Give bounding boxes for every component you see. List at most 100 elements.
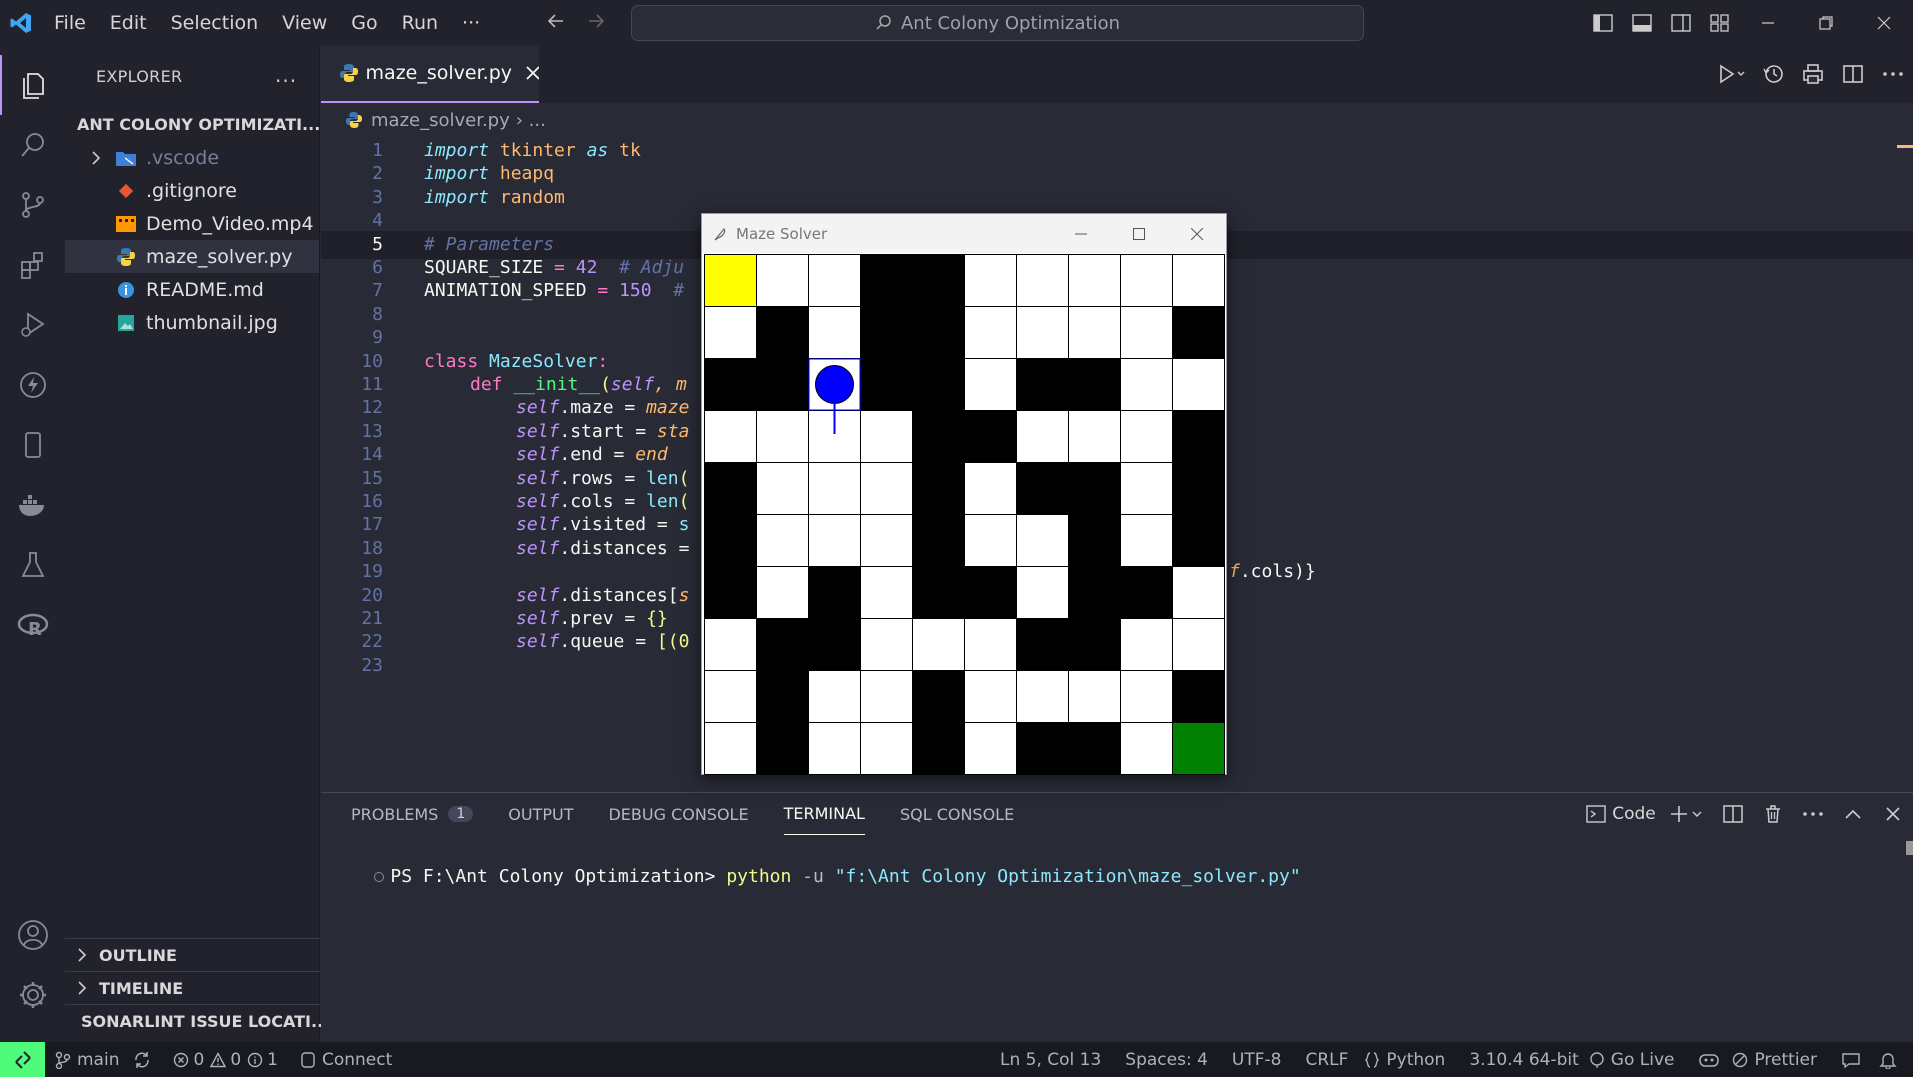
menu-go[interactable]: Go bbox=[339, 12, 389, 34]
language-mode[interactable]: Python bbox=[1386, 1050, 1445, 1070]
split-editor-icon[interactable] bbox=[1833, 45, 1873, 103]
more-actions-icon[interactable] bbox=[1873, 45, 1913, 103]
maze-close-icon[interactable] bbox=[1168, 214, 1226, 253]
toggle-sidebar-icon[interactable] bbox=[1583, 0, 1622, 45]
accounts-icon[interactable] bbox=[0, 905, 65, 965]
menu-more[interactable]: ··· bbox=[450, 12, 492, 34]
tab-terminal[interactable]: TERMINAL bbox=[783, 793, 865, 835]
explorer-more-button[interactable]: ··· bbox=[275, 69, 297, 93]
close-window-icon[interactable] bbox=[1855, 0, 1913, 45]
menu-view[interactable]: View bbox=[270, 12, 339, 34]
status-left: main 0 0 1 Connect bbox=[55, 1050, 406, 1070]
python-interpreter[interactable]: 3.10.4 64-bit bbox=[1469, 1050, 1578, 1070]
indentation[interactable]: Spaces: 4 bbox=[1125, 1050, 1208, 1070]
copilot-icon[interactable] bbox=[1698, 1051, 1720, 1069]
run-file-icon[interactable] bbox=[1713, 45, 1753, 103]
cursor-position[interactable]: Ln 5, Col 13 bbox=[1000, 1050, 1101, 1070]
close-tab-icon[interactable] bbox=[526, 66, 539, 80]
forward-arrow-icon[interactable] bbox=[585, 10, 607, 32]
device-icon[interactable] bbox=[0, 415, 65, 475]
maze-cell-open bbox=[964, 306, 1017, 359]
tree-item-label: thumbnail.jpg bbox=[146, 311, 278, 334]
menu-run[interactable]: Run bbox=[390, 12, 450, 34]
tree-item-maze-solver[interactable]: maze_solver.py bbox=[65, 240, 319, 273]
remote-indicator[interactable] bbox=[0, 1042, 45, 1077]
testing-flask-icon[interactable] bbox=[0, 535, 65, 595]
tab-debug-console[interactable]: DEBUG CONSOLE bbox=[608, 793, 748, 835]
close-panel-icon[interactable] bbox=[1873, 793, 1913, 835]
sonarlint-section[interactable]: SONARLINT ISSUE LOCATI... bbox=[65, 1004, 329, 1037]
breadcrumb-rest[interactable]: › ... bbox=[516, 110, 546, 131]
tab-sql-console[interactable]: SQL CONSOLE bbox=[900, 793, 1014, 835]
maze-minimize-icon[interactable] bbox=[1052, 214, 1110, 253]
tree-item-label: Demo_Video.mp4 bbox=[146, 212, 314, 235]
maze-cell-wall bbox=[964, 410, 1017, 463]
tree-item-vscode[interactable]: .vscode bbox=[65, 141, 319, 174]
encoding[interactable]: UTF-8 bbox=[1232, 1050, 1282, 1070]
split-terminal-icon[interactable] bbox=[1713, 793, 1753, 835]
prettier-status[interactable]: Prettier bbox=[1754, 1050, 1817, 1070]
tree-item-thumbnail[interactable]: thumbnail.jpg bbox=[65, 306, 319, 339]
trash-icon[interactable] bbox=[1753, 793, 1793, 835]
tree-item-readme[interactable]: README.md bbox=[65, 273, 319, 306]
lightning-icon[interactable] bbox=[0, 355, 65, 415]
tab-problems[interactable]: PROBLEMS 1 bbox=[351, 793, 474, 835]
toggle-panel-icon[interactable] bbox=[1622, 0, 1661, 45]
menu-edit[interactable]: Edit bbox=[98, 12, 159, 34]
explorer-icon[interactable] bbox=[0, 55, 65, 115]
panel-more-icon[interactable] bbox=[1793, 793, 1833, 835]
workspace-folder[interactable]: ANT COLONY OPTIMIZATI... bbox=[65, 107, 319, 141]
command-center-search[interactable]: Ant Colony Optimization bbox=[631, 5, 1364, 41]
warning-count[interactable]: 0 bbox=[230, 1050, 241, 1070]
timeline-section[interactable]: TIMELINE bbox=[65, 971, 320, 1004]
settings-gear-icon[interactable] bbox=[0, 965, 65, 1025]
maze-cell-open bbox=[808, 306, 861, 359]
tree-item-demo-video[interactable]: Demo_Video.mp4 bbox=[65, 207, 319, 240]
new-terminal-icon[interactable] bbox=[1661, 793, 1713, 835]
menu-selection[interactable]: Selection bbox=[159, 12, 271, 34]
search-view-icon[interactable] bbox=[0, 115, 65, 175]
tree-item-gitignore[interactable]: .gitignore bbox=[65, 174, 319, 207]
outline-section[interactable]: OUTLINE bbox=[65, 938, 320, 971]
tab-output[interactable]: OUTPUT bbox=[508, 793, 573, 835]
braces-icon bbox=[1364, 1051, 1380, 1068]
r-language-icon[interactable]: R bbox=[0, 595, 65, 655]
python-icon bbox=[346, 112, 362, 128]
terminal-shell-selector[interactable]: Code bbox=[1581, 793, 1661, 835]
maze-cell-wall bbox=[1068, 618, 1121, 671]
terminal-line[interactable]: PS F:\Ant Colony Optimization> python -u… bbox=[331, 845, 1301, 908]
maze-maximize-icon[interactable] bbox=[1110, 214, 1168, 253]
end-of-line[interactable]: CRLF bbox=[1305, 1050, 1348, 1070]
maze-cell-wall bbox=[1172, 410, 1225, 463]
branch-name[interactable]: main bbox=[77, 1050, 119, 1070]
maze-window-titlebar[interactable]: Maze Solver bbox=[702, 214, 1226, 253]
docker-icon[interactable] bbox=[0, 475, 65, 535]
info-count[interactable]: 1 bbox=[267, 1050, 278, 1070]
tab-maze-solver[interactable]: maze_solver.py bbox=[321, 45, 539, 103]
maze-cell-open bbox=[964, 670, 1017, 723]
connect-button[interactable]: Connect bbox=[322, 1050, 392, 1070]
maze-solver-window[interactable]: Maze Solver bbox=[701, 213, 1227, 775]
menu-file[interactable]: File bbox=[42, 12, 98, 34]
history-icon[interactable] bbox=[1753, 45, 1793, 103]
section-label: SONARLINT ISSUE LOCATI... bbox=[81, 1011, 330, 1031]
breadcrumb-file[interactable]: maze_solver.py bbox=[371, 110, 510, 131]
feedback-icon[interactable] bbox=[1841, 1051, 1861, 1069]
notifications-bell-icon[interactable] bbox=[1879, 1051, 1897, 1069]
customize-layout-icon[interactable] bbox=[1700, 0, 1739, 45]
terminal-scrollbar[interactable] bbox=[1906, 841, 1913, 855]
extensions-icon[interactable] bbox=[0, 235, 65, 295]
maximize-panel-icon[interactable] bbox=[1833, 793, 1873, 835]
go-live-button[interactable]: Go Live bbox=[1611, 1050, 1675, 1070]
run-debug-icon[interactable] bbox=[0, 295, 65, 355]
minimize-icon[interactable] bbox=[1739, 0, 1797, 45]
print-icon[interactable] bbox=[1793, 45, 1833, 103]
restore-icon[interactable] bbox=[1797, 0, 1855, 45]
sync-icon[interactable] bbox=[133, 1051, 151, 1069]
maze-cell-open bbox=[756, 462, 809, 515]
toggle-secondary-sidebar-icon[interactable] bbox=[1661, 0, 1700, 45]
back-arrow-icon[interactable] bbox=[545, 10, 567, 32]
source-control-icon[interactable] bbox=[0, 175, 65, 235]
error-count[interactable]: 0 bbox=[193, 1050, 204, 1070]
python-icon bbox=[340, 64, 358, 82]
